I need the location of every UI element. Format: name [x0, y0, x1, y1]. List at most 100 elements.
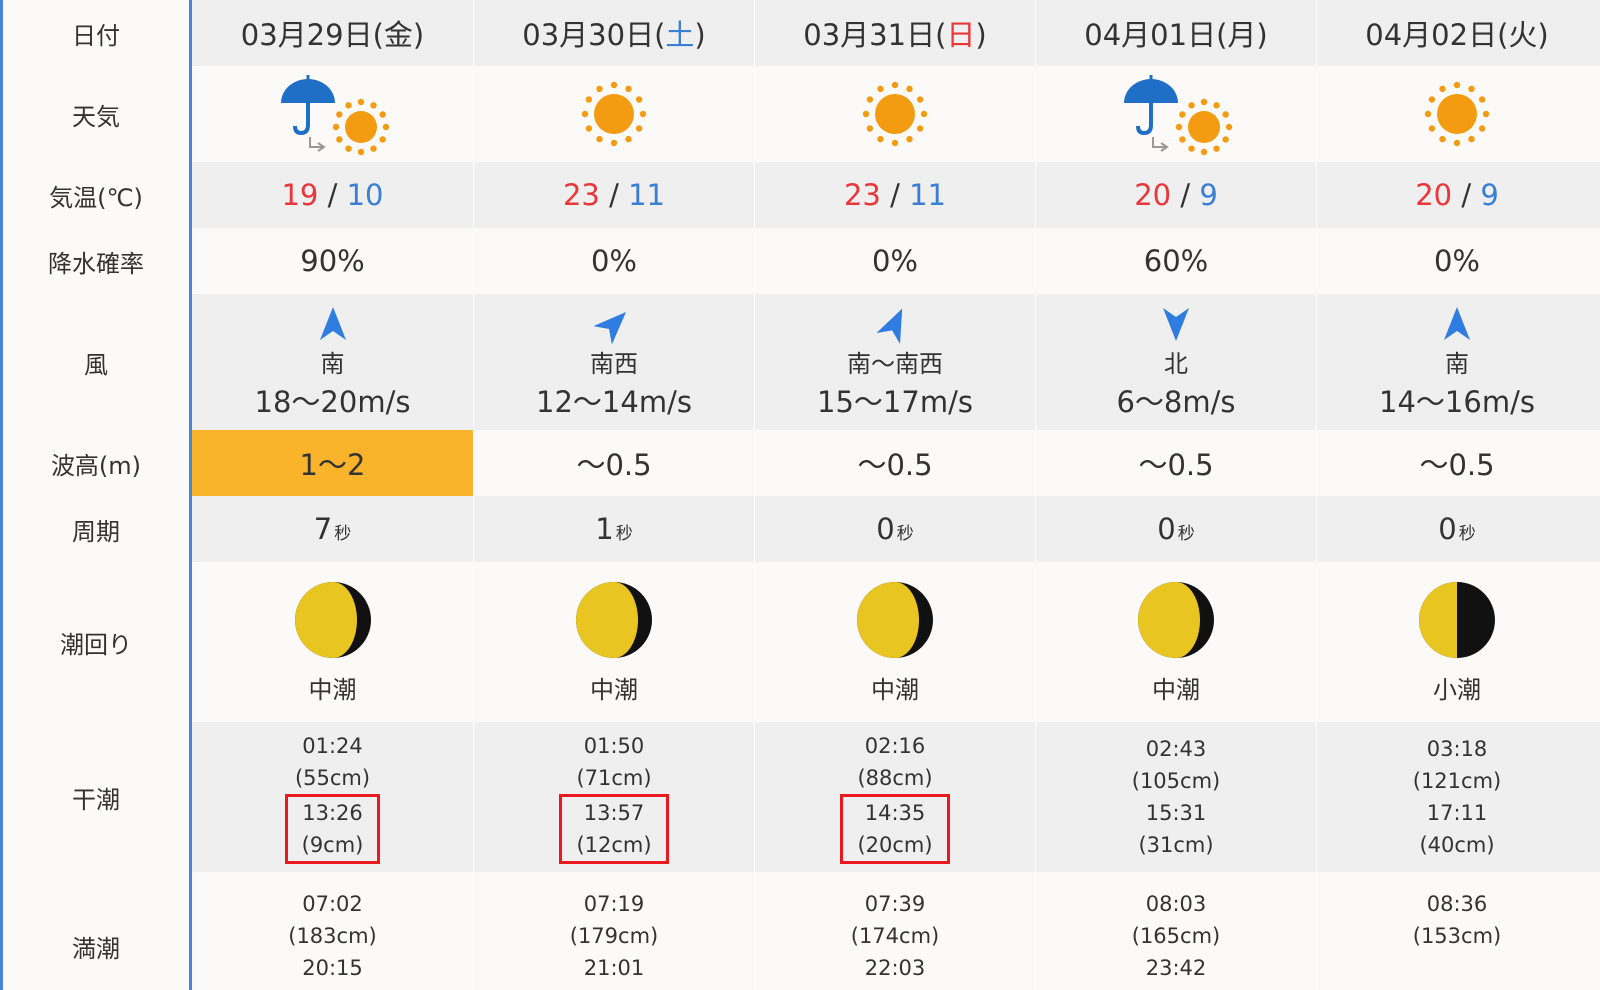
wave-cell: ～0.5 [1035, 430, 1316, 496]
tide-name: 中潮 [1152, 675, 1200, 704]
rain-label: 降水確率 [48, 249, 144, 278]
period-value: 0 [876, 512, 895, 546]
high-tide-level: (165cm) [1131, 924, 1221, 948]
period-unit: 秒 [334, 524, 352, 544]
low-tide-level: (40cm) [1419, 833, 1495, 857]
high-tide-time: 22:03 [864, 956, 926, 980]
temp-cell: 23 / 11 [473, 162, 754, 228]
tide-cell: 小潮 [1316, 562, 1597, 722]
sunny-icon [1424, 81, 1490, 147]
low-tide-highlight-box: 14:35 (20cm) [840, 794, 950, 864]
low-tide-level: (9cm) [301, 833, 364, 857]
low-tide-level: (71cm) [576, 766, 652, 790]
low-tide-time: 15:31 [1145, 801, 1207, 825]
wind-speed: 14～16m/s [1379, 384, 1535, 419]
low-tide-time: 13:26 [302, 801, 363, 825]
temp-high: 19 [281, 178, 319, 212]
date-text: 03月31日(日) [803, 12, 986, 54]
period-unit: 秒 [1458, 524, 1476, 544]
wind-speed: 12～14m/s [536, 384, 692, 419]
wind-direction: 南 [1445, 349, 1469, 378]
date-close: ) [412, 18, 425, 52]
low-tide-time: 01:50 [583, 734, 645, 758]
wind-speed: 18～20m/s [254, 384, 411, 419]
date-close: ) [975, 18, 987, 52]
date-text: 03月30日(土) [522, 12, 705, 54]
rain-cell: 90% [192, 228, 473, 294]
period-cell: 0秒 [754, 496, 1035, 562]
low-tide-cell: 02:16 (88cm) 14:35 (20cm) [754, 722, 1035, 872]
low-tide-level: (12cm) [576, 833, 652, 857]
rain-probability: 0% [871, 244, 918, 278]
low-tide-cell: 01:24 (55cm) 13:26 (9cm) [192, 722, 473, 872]
low-tide-highlight-box: 13:26 (9cm) [284, 794, 381, 864]
rain-probability: 60% [1143, 244, 1209, 278]
arrow-up-icon [1444, 306, 1470, 340]
low-tide-level: (20cm) [857, 833, 933, 857]
period-text: 1秒 [595, 512, 632, 546]
temp-slash: / [599, 178, 629, 212]
wind-direction: 北 [1164, 349, 1188, 378]
low-tide-time: 03:18 [1426, 737, 1488, 761]
wave-height: ～0.5 [576, 448, 652, 482]
date-cell: 03月30日(土) [473, 0, 754, 66]
wave-cell: ～0.5 [1316, 430, 1597, 496]
weather-cell [473, 66, 754, 162]
high-tide-time: 23:42 [1145, 956, 1207, 980]
rain-probability: 90% [300, 244, 365, 278]
date-close: ) [1537, 18, 1549, 52]
temp-high: 23 [843, 178, 881, 212]
sun-icon [1175, 98, 1233, 156]
temp-high: 23 [562, 178, 600, 212]
high-tide-time: 07:19 [583, 892, 645, 916]
date-text: 03月29日(金) [241, 12, 424, 54]
weather-row: 天気 [0, 66, 1600, 162]
date-main: 03月31日( [803, 18, 947, 52]
low-tide-time: 02:43 [1145, 737, 1207, 761]
wind-cell: 南 14～16m/s [1316, 294, 1597, 430]
date-main: 03月29日( [240, 18, 384, 52]
temp-text: 23 / 11 [844, 178, 946, 212]
weekday: 日 [946, 18, 976, 52]
low-tide-time: 14:35 [864, 801, 926, 825]
temp-low: 11 [628, 178, 666, 212]
arrow-down-icon [1163, 307, 1189, 341]
date-main: 03月30日( [522, 18, 666, 52]
period-unit: 秒 [1177, 524, 1195, 544]
high-tide-level: (179cm) [569, 924, 659, 948]
sun-icon [862, 81, 928, 147]
rain-probability: 0% [1433, 244, 1480, 278]
low-tide-highlight-box: 13:57 (12cm) [559, 794, 669, 864]
weekday: 土 [665, 18, 695, 52]
wave-height: 1～2 [299, 448, 366, 482]
temp-low: 11 [909, 178, 947, 212]
high-tide-cell: 07:39 (174cm) 22:03 [754, 872, 1035, 990]
sunny-icon [581, 81, 647, 147]
low-tide-level: (105cm) [1131, 769, 1221, 793]
date-close: ) [1256, 18, 1268, 52]
temp-text: 20 / 9 [1134, 178, 1218, 212]
high-tide-level: (174cm) [850, 924, 940, 948]
weekday: 火 [1508, 18, 1538, 52]
low-tide-label: 干潮 [3, 722, 189, 872]
tide-label: 潮回り [60, 630, 132, 659]
wave-height: ～0.5 [1419, 448, 1495, 482]
rain-probability: 0% [590, 244, 637, 278]
high-tide-level: (153cm) [1412, 924, 1502, 948]
date-row: 日付 03月29日(金) 03月30日(土) 03月31日(日) 04月01日(月) 0… [0, 0, 1600, 66]
period-unit: 秒 [615, 524, 633, 544]
sun-icon [1424, 81, 1490, 147]
high-tide-cell: 08:03 (165cm) 23:42 [1035, 872, 1316, 990]
high-tide-cell: 08:36 (153cm) [1316, 872, 1597, 990]
temp-text: 19 / 10 [281, 178, 383, 212]
date-text: 04月02日(火) [1365, 12, 1548, 54]
tide-cell: 中潮 [1035, 562, 1316, 722]
period-cell: 0秒 [1316, 496, 1597, 562]
period-row: 周期 7秒1秒0秒0秒0秒 [0, 496, 1600, 562]
waxing-gibbous-moon-icon [294, 581, 371, 658]
date-cell: 03月31日(日) [754, 0, 1035, 66]
rain-cell: 60% [1035, 228, 1316, 294]
weather-cell [1316, 66, 1597, 162]
period-value: 0 [1157, 512, 1176, 546]
high-tide-time: 08:36 [1426, 892, 1488, 916]
